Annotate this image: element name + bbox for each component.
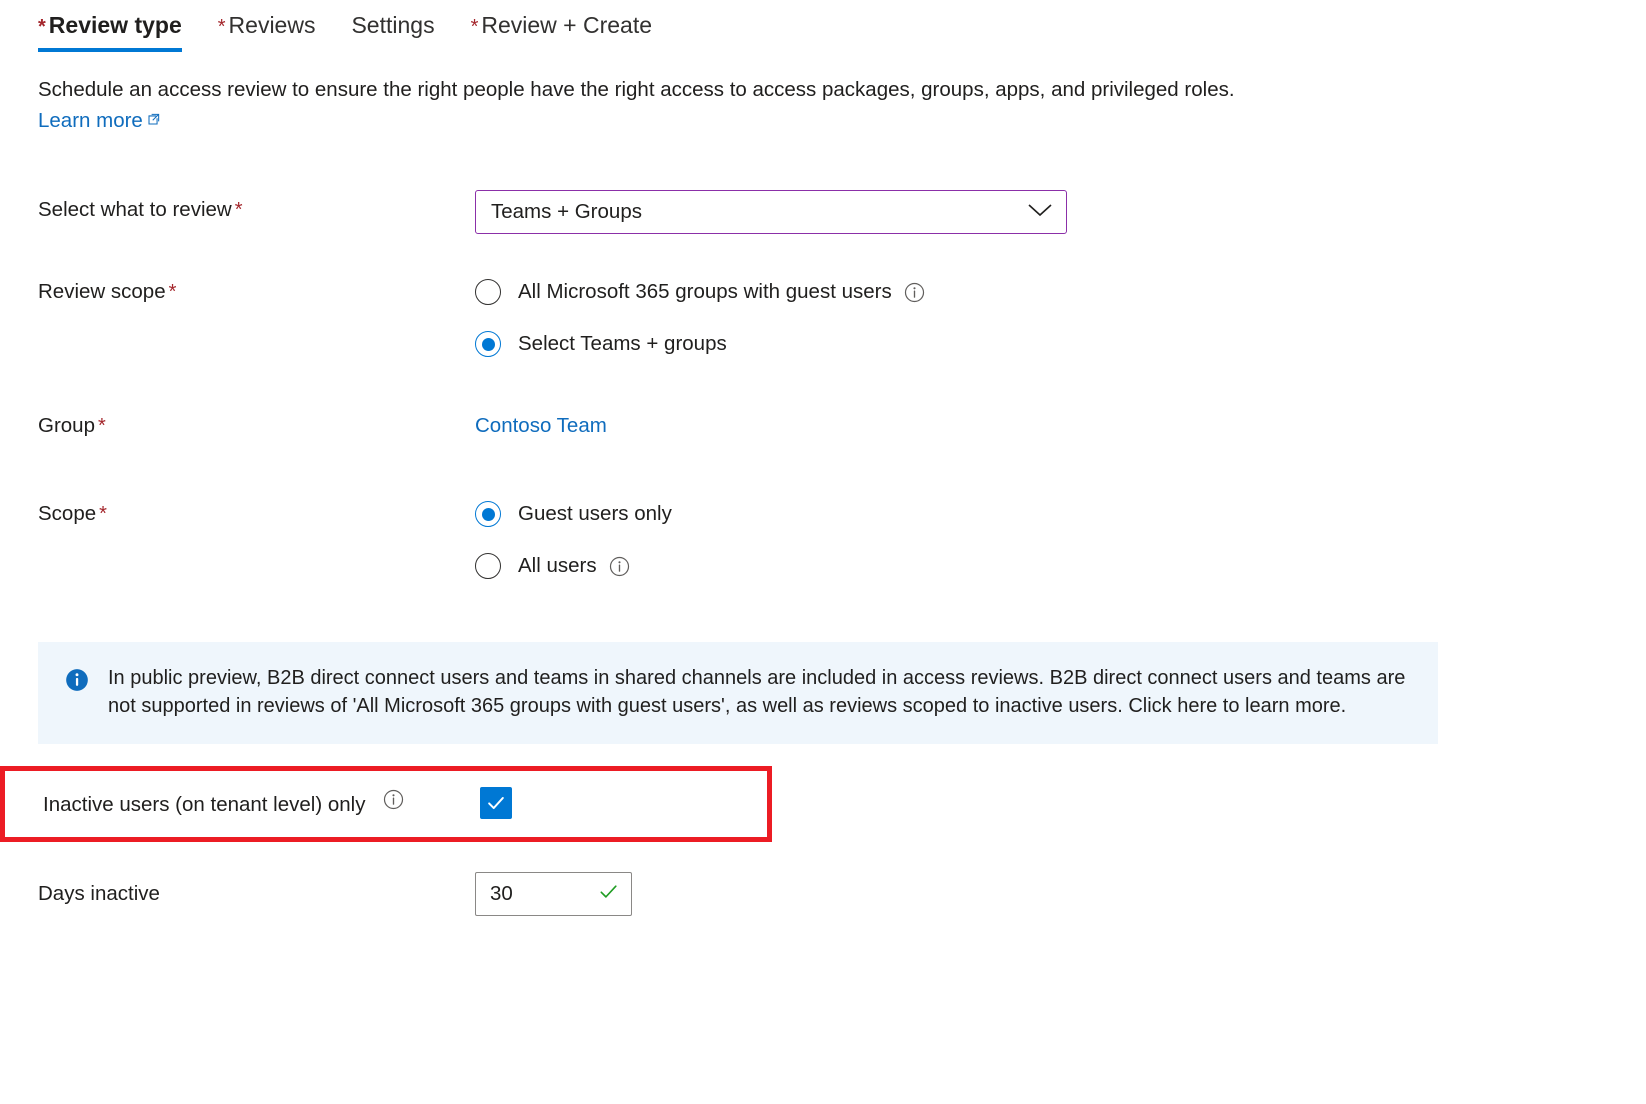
radio-all-users[interactable]: All users bbox=[475, 546, 1646, 586]
banner-text: In public preview, B2B direct connect us… bbox=[108, 664, 1412, 720]
radio-indicator bbox=[475, 501, 501, 527]
chevron-down-icon bbox=[1026, 201, 1054, 224]
required-asterisk: * bbox=[38, 17, 46, 37]
radio-indicator bbox=[475, 279, 501, 305]
check-icon bbox=[485, 792, 507, 814]
field-select-what-to-review: Select what to review* Teams + Groups bbox=[0, 190, 1646, 234]
info-icon[interactable] bbox=[608, 555, 631, 578]
days-inactive-label: Days inactive bbox=[38, 880, 475, 908]
required-asterisk: * bbox=[98, 415, 106, 437]
valid-check-icon bbox=[597, 880, 620, 908]
tab-label: Settings bbox=[351, 10, 434, 40]
inactive-users-highlight: Inactive users (on tenant level) only bbox=[0, 766, 772, 842]
field-days-inactive: Days inactive 30 bbox=[0, 872, 1646, 916]
info-icon bbox=[64, 667, 90, 698]
tab-settings[interactable]: Settings bbox=[351, 10, 434, 52]
radio-indicator bbox=[475, 331, 501, 357]
radio-all-m365-groups-with-guest-users[interactable]: All Microsoft 365 groups with guest user… bbox=[475, 272, 1646, 312]
days-inactive-value: 30 bbox=[490, 881, 513, 907]
review-scope-label: Review scope* bbox=[38, 272, 475, 306]
info-icon[interactable] bbox=[382, 788, 405, 811]
scope-radio-group: Guest users only All users bbox=[475, 494, 1646, 586]
radio-label: Guest users only bbox=[518, 501, 672, 527]
field-scope: Scope* Guest users only All users bbox=[0, 494, 1646, 586]
group-label: Group* bbox=[38, 406, 475, 440]
radio-label: Select Teams + groups bbox=[518, 331, 727, 357]
select-what-to-review-dropdown[interactable]: Teams + Groups bbox=[475, 190, 1067, 234]
required-asterisk: * bbox=[218, 17, 226, 37]
required-asterisk: * bbox=[99, 503, 107, 525]
scope-label: Scope* bbox=[38, 494, 475, 528]
tab-reviews[interactable]: * Reviews bbox=[218, 10, 316, 52]
access-review-form: Select what to review* Teams + Groups Re… bbox=[0, 136, 1646, 916]
preview-info-banner: In public preview, B2B direct connect us… bbox=[38, 642, 1438, 744]
required-asterisk: * bbox=[235, 199, 243, 221]
field-inactive-users: Inactive users (on tenant level) only bbox=[5, 783, 767, 823]
learn-more-link[interactable]: Learn more bbox=[38, 106, 161, 136]
dropdown-selected-value: Teams + Groups bbox=[491, 199, 642, 225]
external-link-icon bbox=[146, 106, 161, 136]
field-group: Group* Contoso Team bbox=[0, 406, 1646, 446]
radio-indicator bbox=[475, 553, 501, 579]
learn-more-label: Learn more bbox=[38, 106, 143, 136]
tab-review-type[interactable]: * Review type bbox=[38, 10, 182, 52]
radio-guest-users-only[interactable]: Guest users only bbox=[475, 494, 1646, 534]
review-scope-radio-group: All Microsoft 365 groups with guest user… bbox=[475, 272, 1646, 364]
info-icon[interactable] bbox=[903, 281, 926, 304]
inactive-users-label: Inactive users (on tenant level) only bbox=[43, 788, 480, 819]
required-asterisk: * bbox=[471, 17, 479, 37]
tab-label: Review + Create bbox=[481, 10, 652, 40]
radio-select-teams-groups[interactable]: Select Teams + groups bbox=[475, 324, 1646, 364]
tab-label: Reviews bbox=[229, 10, 316, 40]
preview-info-banner-container: In public preview, B2B direct connect us… bbox=[0, 642, 1646, 744]
tab-label: Review type bbox=[49, 10, 182, 40]
required-asterisk: * bbox=[169, 281, 177, 303]
description-text: Schedule an access review to ensure the … bbox=[38, 78, 1235, 101]
page-description: Schedule an access review to ensure the … bbox=[0, 52, 1438, 136]
field-review-scope: Review scope* All Microsoft 365 groups w… bbox=[0, 272, 1646, 364]
select-what-to-review-label: Select what to review* bbox=[38, 190, 475, 224]
group-value-link[interactable]: Contoso Team bbox=[475, 406, 607, 441]
days-inactive-input[interactable]: 30 bbox=[475, 872, 632, 916]
radio-label: All Microsoft 365 groups with guest user… bbox=[518, 279, 892, 305]
wizard-tabs: * Review type * Reviews Settings * Revie… bbox=[0, 0, 1646, 52]
inactive-users-checkbox[interactable] bbox=[480, 787, 512, 819]
tab-review-create[interactable]: * Review + Create bbox=[471, 10, 652, 52]
radio-label: All users bbox=[518, 553, 597, 579]
